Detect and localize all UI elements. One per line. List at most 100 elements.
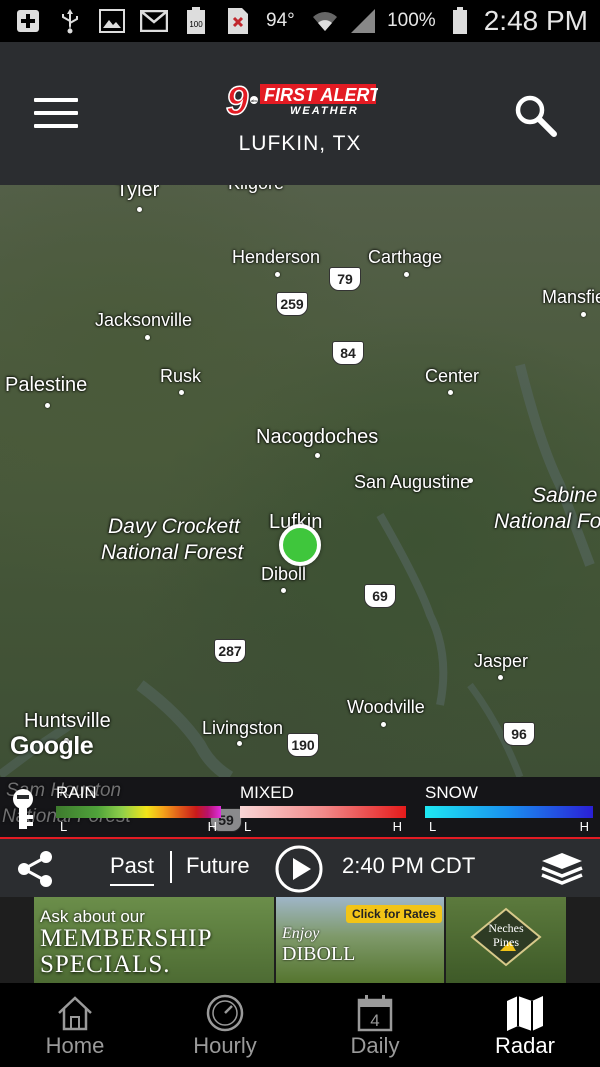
map-city-dot	[468, 478, 473, 483]
map-terrain	[0, 363, 595, 777]
svg-text:FIRST ALERT: FIRST ALERT	[264, 85, 378, 105]
svg-text:WEATHER: WEATHER	[290, 105, 359, 117]
ad-diboll-text: DIBOLL	[282, 943, 356, 965]
legend-mixed-title: MIXED	[240, 783, 294, 802]
legend-snow-title: SNOW	[425, 783, 478, 802]
nav-hourly[interactable]: Hourly	[150, 983, 300, 1067]
ad-ask-text: Ask about our	[40, 907, 145, 926]
legend-rain-high: H	[207, 819, 217, 834]
legend-snow-low: L	[429, 819, 437, 834]
route-shield: 69	[364, 584, 396, 608]
map-city-dot	[404, 272, 409, 277]
map-place: Diboll	[261, 564, 307, 584]
wifi-icon	[311, 7, 339, 35]
image-icon	[98, 7, 126, 35]
current-location-marker[interactable]	[279, 524, 321, 566]
nav-radar[interactable]: Radar	[450, 983, 600, 1067]
legend-snow-high: H	[579, 819, 589, 834]
tab-separator	[170, 851, 172, 883]
map-place: Kilgore	[228, 185, 284, 194]
map-place: Huntsville	[24, 710, 111, 732]
layers-icon[interactable]	[540, 851, 584, 887]
map-place: Rusk	[160, 366, 202, 386]
map-place: Henderson	[232, 247, 321, 267]
home-icon	[55, 993, 95, 1033]
route-shield: 190	[287, 733, 319, 757]
map-city-dot	[381, 722, 386, 727]
route-shield: 259	[276, 292, 308, 316]
map-place: National For	[494, 510, 600, 533]
nav-radar-label: Radar	[495, 1033, 555, 1058]
map-place: National Forest	[101, 541, 244, 564]
map-place: Woodville	[347, 697, 425, 717]
map-place: Jacksonville	[95, 310, 193, 330]
map-place: Tyler	[116, 185, 160, 201]
share-icon[interactable]	[14, 849, 56, 889]
svg-text:4: 4	[370, 1011, 379, 1030]
map-place: San Augustine	[354, 472, 471, 492]
route-shield: 96	[503, 722, 535, 746]
usb-icon	[56, 7, 84, 35]
future-tab[interactable]: Future	[186, 853, 250, 879]
temperature-text: 94°	[266, 10, 295, 31]
city-title: LUFKIN, TX	[238, 132, 362, 155]
sim-error-icon	[224, 7, 252, 35]
ad-click-for-rates[interactable]: Click for Rates	[346, 905, 443, 923]
gmail-icon	[140, 7, 168, 35]
hamburger-icon[interactable]	[34, 98, 78, 130]
map-city-dot	[275, 272, 280, 277]
google-attribution: Google	[10, 732, 94, 760]
map-place: Jasper	[474, 651, 529, 671]
map-place: Sabine	[532, 484, 598, 507]
map-city-dot	[581, 312, 586, 317]
status-notifications: 100 94°	[14, 6, 295, 36]
map-city-dot	[137, 207, 142, 212]
legend-mixed-high: H	[392, 819, 402, 834]
radar-timestamp: 2:40 PM CDT	[342, 853, 476, 878]
route-shield: 79	[329, 267, 361, 291]
search-icon[interactable]	[512, 92, 560, 140]
ad-membership-text: MEMBERSHIP	[40, 925, 213, 952]
svg-text:abc: abc	[251, 98, 257, 103]
map-place: Nacogdoches	[256, 426, 379, 448]
legend-key-icon[interactable]	[8, 787, 38, 831]
map-place: Center	[425, 366, 480, 386]
legend-mixed-bar	[240, 806, 406, 818]
svg-text:9: 9	[226, 80, 249, 118]
play-button[interactable]	[274, 844, 324, 894]
svg-text:100: 100	[189, 20, 203, 29]
legend-rain: RAIN L H	[56, 783, 221, 834]
map-city-dot	[281, 588, 286, 593]
past-tab[interactable]: Past	[110, 853, 155, 886]
nav-home[interactable]: Home	[0, 983, 150, 1067]
legend-rain-low: L	[60, 819, 68, 834]
map-city-dot	[448, 390, 453, 395]
map-place: Livingston	[202, 718, 284, 738]
ad-banner[interactable]: Ask about our MEMBERSHIP SPECIALS. Click…	[0, 897, 600, 983]
add-box-icon	[14, 7, 42, 35]
radar-map[interactable]: Tyler Kilgore Henderson Carthage Mansfie…	[0, 185, 600, 777]
map-city-dot	[179, 390, 184, 395]
status-bar: 100 94° 100% 2:48 PM	[0, 0, 600, 42]
legend-rain-bar	[56, 806, 221, 818]
map-city-dot	[498, 675, 503, 680]
nav-home-label: Home	[45, 1033, 105, 1058]
route-shield: 287	[214, 639, 246, 663]
legend-snow: SNOW L H	[425, 783, 593, 834]
nav-daily[interactable]: 4 Daily	[300, 983, 450, 1067]
route-shield: 84	[332, 341, 364, 365]
battery-icon	[446, 7, 474, 35]
bottom-nav: Home Hourly 4 Daily Radar	[0, 983, 600, 1067]
nav-hourly-label: Hourly	[193, 1033, 257, 1058]
map-place: Carthage	[368, 247, 443, 267]
map-city-dot	[315, 453, 320, 458]
map-city-dot	[45, 403, 50, 408]
map-place: Palestine	[5, 374, 88, 396]
ad-neches-text: Neches Pines	[488, 921, 524, 949]
legend-rain-title: RAIN	[56, 783, 97, 802]
legend-snow-bar	[425, 806, 593, 818]
map-city-dot	[237, 741, 242, 746]
calendar-icon: 4	[355, 993, 395, 1033]
nav-daily-label: Daily	[350, 1033, 400, 1058]
app-bar: 9 abc FIRST ALERT WEATHER LUFKIN, TX	[0, 42, 600, 185]
